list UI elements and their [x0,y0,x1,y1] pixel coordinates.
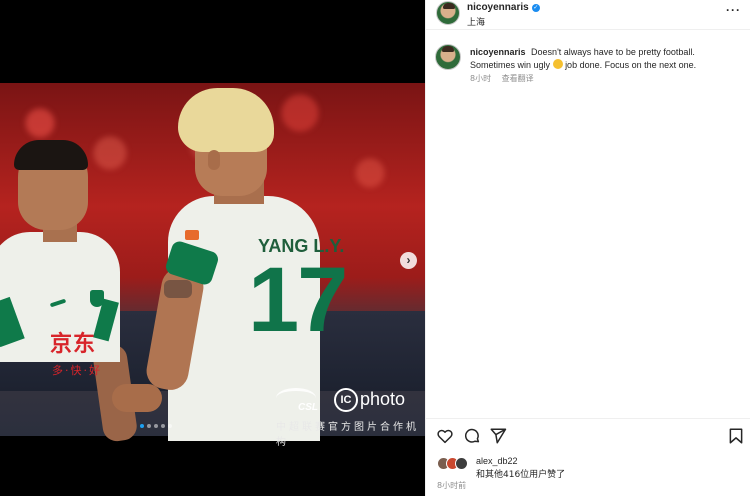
grimace-emoji-icon [552,59,563,69]
next-image-button[interactable]: › [400,252,417,269]
bookmark-icon[interactable] [727,427,745,445]
liked-by-others[interactable]: 和其他416位用户赞了 [476,467,565,480]
post-timestamp: 8小时前 [437,481,467,490]
right-player-blonde-hair [178,88,274,152]
carousel-dot[interactable] [147,424,151,428]
right-player-ear [208,150,220,170]
sleeve-patch [185,230,199,240]
handshake [112,384,162,412]
caption-text-part-2: job done. Focus on the next one. [565,60,697,70]
verified-badge-icon: ✓ [531,3,540,12]
arm-tattoo [164,280,192,298]
post-caption: nicoyennaris Doesn't always have to be p… [470,46,742,72]
post-actions: alex_db22 和其他416位用户赞了 8小时前 [426,418,750,496]
caption-meta: 8小时 查看翻译 [470,73,542,84]
post-header: nicoyennaris ✓ 上海 ··· [426,0,750,30]
share-icon[interactable] [489,427,507,445]
author-username-row[interactable]: nicoyennaris ✓ [467,2,540,13]
caption-username[interactable]: nicoyennaris [470,47,526,57]
jersey-number: 17 [248,249,348,351]
author-avatar[interactable] [436,1,460,25]
liked-by-username[interactable]: alex_db22 [476,456,518,466]
heart-icon[interactable] [436,427,454,445]
icphoto-logo-icon: IC [334,388,358,412]
club-crest [90,290,104,307]
post-media-viewer: 京东 多·快·好 YANG L.Y. 17 CSL IC photo 中超联赛官… [0,0,425,496]
jersey-sponsor: 京东 [50,332,97,357]
instagram-post-view: 京东 多·快·好 YANG L.Y. 17 CSL IC photo 中超联赛官… [0,0,750,496]
carousel-indicator [140,424,172,428]
carousel-dot[interactable] [154,424,158,428]
liker-avatars[interactable] [437,457,471,471]
left-player-hair [14,140,88,170]
carousel-dot[interactable] [168,424,172,428]
author-username[interactable]: nicoyennaris [467,2,529,13]
post-side-panel: nicoyennaris ✓ 上海 ··· nicoyennaris Doesn… [425,0,750,496]
carousel-dot[interactable] [161,424,165,428]
see-translation-link[interactable]: 查看翻译 [502,74,534,83]
caption-avatar[interactable] [435,44,461,70]
icphoto-logo-text: photo [360,389,406,409]
liker-avatar [455,457,468,470]
carousel-dot[interactable] [140,424,144,428]
post-location[interactable]: 上海 [467,15,485,28]
watermark-caption: 中超联赛官方图片合作机构 [276,422,419,448]
jersey-sponsor-slogan: 多·快·好 [52,364,102,377]
csl-logo-text: CSL [298,402,318,413]
comment-icon[interactable] [463,427,481,445]
csl-logo: CSL [276,388,330,413]
caption-timestamp: 8小时 [470,74,492,83]
more-options-button[interactable]: ··· [726,3,741,17]
